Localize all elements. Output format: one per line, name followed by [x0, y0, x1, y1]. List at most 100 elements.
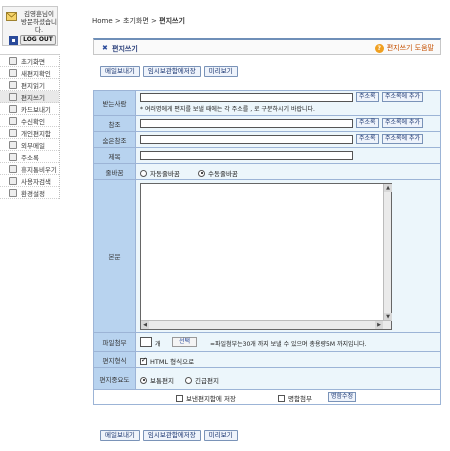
linewrap-manual-option[interactable]: 수동줄바꿈 [198, 168, 238, 178]
save-draft-button-bottom[interactable]: 임시보관함에저장 [142, 430, 201, 441]
title-marker-icon: ✖ [102, 44, 108, 52]
sidebar-item[interactable]: 환경설정 [0, 187, 59, 199]
breadcrumb-current: 편지쓰기 [159, 17, 185, 25]
linewrap-auto-label: 자동줄바꿈 [150, 170, 180, 178]
priority-urgent-option[interactable]: 긴급편지 [185, 375, 219, 385]
bcc-add-addressbook-button[interactable]: 주소록에 추가 [382, 134, 424, 144]
priority-label: 편지중요도 [94, 368, 136, 389]
sidebar-item[interactable]: 외부메일 [0, 139, 59, 151]
send-button[interactable]: 메일보내기 [100, 66, 140, 77]
save-sent-option[interactable]: 보낸편지함에 저장 [176, 393, 236, 403]
scroll-left-icon[interactable]: ◀ [141, 321, 149, 329]
home-icon [9, 56, 17, 65]
linewrap-auto-option[interactable]: 자동줄바꿈 [140, 168, 180, 178]
sidebar-item-label: 수신확인 [21, 117, 45, 126]
to-addressbook-button[interactable]: 주소록 [356, 92, 379, 102]
sidebar-item[interactable]: 휴지통비우기 [0, 163, 59, 175]
extra-options-row: 보낸편지함에 저장 명함첨부 명함수정 [94, 390, 440, 404]
priority-urgent-radio[interactable] [185, 376, 192, 384]
attach-select-button[interactable]: 선택 [172, 337, 198, 347]
format-html-checkbox[interactable] [140, 356, 147, 365]
addressbook-icon [9, 152, 17, 161]
sidebar-item-label: 사용자검색 [21, 177, 51, 186]
namecard-checkbox[interactable] [278, 394, 285, 402]
bcc-label: 숨은참조 [94, 132, 136, 147]
to-input[interactable] [140, 93, 353, 102]
sidebar-item[interactable]: 사용자검색 [0, 175, 59, 187]
linewrap-auto-radio[interactable] [140, 169, 147, 177]
greeting-text: 방문하셨습니다. [21, 18, 57, 34]
sidebar-item[interactable]: 카드보내기 [0, 103, 59, 115]
save-sent-label: 보낸편지함에 저장 [186, 395, 236, 403]
breadcrumb-parent[interactable]: 초기화면 [123, 17, 149, 25]
format-html-label: HTML 형식으로 [150, 358, 195, 366]
cc-addressbook-button[interactable]: 주소록 [356, 118, 379, 128]
new-mail-icon [9, 68, 17, 77]
save-sent-checkbox[interactable] [176, 394, 183, 402]
cc-add-addressbook-button[interactable]: 주소록에 추가 [382, 118, 424, 128]
sidebar-item[interactable]: 주소록 [0, 151, 59, 163]
namecard-edit-button[interactable]: 명함수정 [328, 392, 357, 402]
to-row: 받는사람 주소록 주소록에 추가 * 여러명에게 편지를 보낼 때에는 각 주소… [94, 91, 440, 116]
folder-icon [9, 128, 17, 137]
title-bar: ✖ 편지쓰기 ? 편지쓰기 도움말 [93, 38, 441, 55]
logout-icon: ▪ [9, 35, 18, 45]
preview-button-bottom[interactable]: 미리보기 [203, 430, 238, 441]
sidebar-item[interactable]: 편지읽기 [0, 79, 59, 91]
sidebar-item-label: 환경설정 [21, 189, 45, 198]
to-label: 받는사람 [94, 91, 136, 115]
cc-input[interactable] [140, 119, 353, 128]
save-draft-button[interactable]: 임시보관함에저장 [142, 66, 201, 77]
namecard-option[interactable]: 명함첨부 [278, 393, 312, 403]
sidebar-item-label: 편지읽기 [21, 81, 45, 90]
vertical-scrollbar[interactable]: ▲ ▼ [383, 184, 392, 321]
sidebar-item-label: 개인편지함 [21, 129, 51, 138]
trash-icon [9, 164, 17, 173]
help-icon: ? [374, 43, 384, 53]
sidebar-item[interactable]: 초기화면 [0, 55, 59, 67]
body-textarea[interactable]: ▲ ▼ ◀ ▶ [140, 183, 392, 330]
preview-button[interactable]: 미리보기 [203, 66, 238, 77]
priority-normal-radio[interactable] [140, 376, 147, 384]
sidebar-item[interactable]: 개인편지함 [0, 127, 59, 139]
scroll-up-icon[interactable]: ▲ [384, 184, 392, 192]
write-mail-icon [9, 92, 17, 101]
attach-label: 파일첨부 [94, 333, 136, 351]
breadcrumb-home[interactable]: Home [92, 17, 113, 25]
attach-count-unit: 개 [155, 341, 161, 348]
priority-normal-option[interactable]: 보통편지 [140, 375, 174, 385]
attach-note: =파일첨부는30개 까지 보낼 수 있으며 총용량5M 까지입니다. [210, 341, 367, 348]
sidebar-item[interactable]: 편지쓰기 [0, 91, 59, 103]
to-add-addressbook-button[interactable]: 주소록에 추가 [382, 92, 424, 102]
subject-input[interactable] [140, 151, 353, 160]
priority-row: 편지중요도 보통편지 긴급편지 [94, 368, 440, 390]
subject-row: 제목 [94, 148, 440, 164]
sidebar-menu: 초기화면 새편지확인편지읽기 편지쓰기카드보내기수신확인개인편지함외부메일 주소록 휴지… [0, 54, 60, 199]
user-search-icon [9, 176, 17, 185]
bcc-addressbook-button[interactable]: 주소록 [356, 134, 379, 144]
sidebar-item[interactable]: 수신확인 [0, 115, 59, 127]
sidebar-item-label: 외부메일 [21, 141, 45, 150]
sidebar-item-label: 카드보내기 [21, 105, 51, 114]
sidebar-item[interactable]: 새편지확인 [0, 67, 59, 79]
priority-urgent-label: 긴급편지 [195, 377, 219, 385]
logout-button[interactable]: LOG OUT [20, 35, 56, 45]
sidebar: 김영훈님이 방문하셨습니다. ▪ LOG OUT 초기화면 새편지확인 편지읽기 편지… [0, 0, 60, 451]
scroll-right-icon[interactable]: ▶ [375, 321, 383, 329]
bcc-input[interactable] [140, 135, 353, 144]
priority-normal-label: 보통편지 [150, 377, 174, 385]
horizontal-scrollbar[interactable]: ◀ ▶ [141, 320, 391, 329]
linewrap-manual-label: 수동줄바꿈 [208, 170, 238, 178]
card-icon [9, 104, 17, 113]
attach-count-input[interactable] [140, 337, 152, 347]
read-mail-icon [9, 80, 17, 89]
attach-row: 파일첨부 개 선택 =파일첨부는30개 까지 보낼 수 있으며 총용량5M 까지… [94, 333, 440, 352]
linewrap-row: 줄바꿈 자동줄바꿈 수동줄바꿈 [94, 164, 440, 180]
help-link[interactable]: ? 편지쓰기 도움말 [374, 43, 434, 53]
namecard-label: 명함첨부 [288, 395, 312, 403]
cc-label: 참조 [94, 116, 136, 131]
send-button-bottom[interactable]: 메일보내기 [100, 430, 140, 441]
breadcrumb-separator: > [151, 17, 157, 25]
format-html-option[interactable]: HTML 형식으로 [140, 356, 194, 366]
linewrap-manual-radio[interactable] [198, 169, 205, 177]
